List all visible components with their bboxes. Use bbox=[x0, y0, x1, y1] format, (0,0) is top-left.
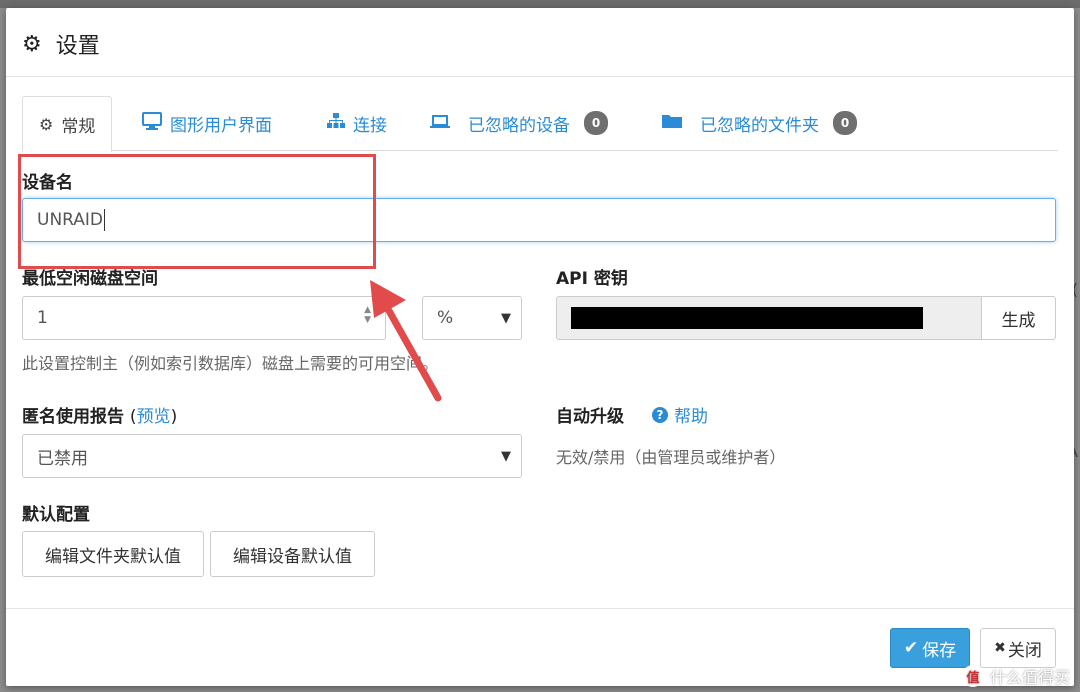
tab-connections[interactable]: 连接 bbox=[327, 96, 387, 150]
default-config-label: 默认配置 bbox=[22, 505, 90, 525]
footer-divider bbox=[6, 608, 1074, 609]
monitor-icon bbox=[142, 112, 162, 134]
usage-report-value: 已禁用 bbox=[37, 448, 88, 469]
tab-label: 已忽略的文件夹 bbox=[700, 115, 819, 136]
settings-dialog: ⚙ 设置 ⚙ 常规 图形用户界面 连接 已忽略的设备 0 已忽略的文件夹 0 设… bbox=[6, 8, 1074, 686]
auto-upgrade-label: 自动升级 bbox=[556, 407, 624, 427]
min-disk-value: 1 bbox=[37, 308, 48, 328]
help-text: 帮助 bbox=[674, 407, 708, 427]
tab-ignored-folders[interactable]: 已忽略的文件夹 0 bbox=[662, 96, 857, 150]
min-disk-input[interactable]: 1 ▲ ▼ bbox=[22, 296, 386, 340]
tab-gui[interactable]: 图形用户界面 bbox=[142, 96, 272, 150]
auto-upgrade-value: 无效/禁用（由管理员或维护者） bbox=[556, 448, 786, 467]
tab-general[interactable]: ⚙ 常规 bbox=[22, 96, 113, 152]
watermark-logo: 值 bbox=[961, 665, 984, 687]
annotation-arrow-icon bbox=[370, 280, 442, 402]
settings-tabs: ⚙ 常规 图形用户界面 连接 已忽略的设备 0 已忽略的文件夹 0 bbox=[22, 96, 1058, 152]
count-badge: 0 bbox=[833, 111, 857, 135]
question-circle-icon: ? bbox=[652, 406, 668, 423]
generate-api-key-button[interactable]: 生成 bbox=[981, 296, 1056, 340]
watermark-text: 什么值得买 bbox=[989, 668, 1070, 687]
usage-report-select[interactable]: 已禁用 ▼ bbox=[22, 434, 522, 478]
edit-device-defaults-button[interactable]: 编辑设备默认值 bbox=[210, 531, 375, 577]
chevron-down-icon: ▼ bbox=[501, 310, 511, 326]
tab-label: 图形用户界面 bbox=[170, 115, 272, 136]
api-key-label: API 密钥 bbox=[556, 269, 628, 289]
background-page-strip bbox=[0, 0, 1080, 8]
auto-upgrade-help-link[interactable]: ? 帮助 bbox=[652, 402, 708, 427]
usage-preview-link[interactable]: 预览 bbox=[137, 407, 171, 427]
close-button[interactable]: ✖ 关闭 bbox=[980, 628, 1056, 668]
api-key-redacted bbox=[571, 307, 923, 329]
watermark: 值 什么值得买 bbox=[961, 664, 1070, 688]
usage-report-label: 匿名使用报告 (预览) bbox=[22, 407, 178, 427]
check-icon: ✔ bbox=[903, 638, 919, 658]
folder-icon bbox=[662, 113, 682, 133]
annotation-highlight-box bbox=[18, 154, 376, 269]
usage-report-label-text: 匿名使用报告 bbox=[22, 407, 124, 427]
gear-icon: ⚙ bbox=[39, 114, 54, 134]
edit-folder-defaults-button[interactable]: 编辑文件夹默认值 bbox=[22, 531, 204, 577]
close-label: 关闭 bbox=[1007, 640, 1042, 661]
save-button[interactable]: ✔ 保存 bbox=[890, 628, 970, 668]
api-key-field[interactable] bbox=[556, 296, 982, 340]
tab-label: 连接 bbox=[353, 115, 387, 136]
chevron-down-icon: ▼ bbox=[501, 448, 511, 464]
gear-icon: ⚙ bbox=[22, 31, 42, 57]
laptop-icon bbox=[430, 114, 450, 133]
dialog-title-text: 设置 bbox=[55, 34, 100, 59]
tab-label: 常规 bbox=[61, 116, 96, 137]
sitemap-icon bbox=[327, 113, 345, 133]
close-icon: ✖ bbox=[994, 640, 1006, 656]
save-label: 保存 bbox=[922, 640, 957, 661]
dialog-header: ⚙ 设置 bbox=[6, 8, 1074, 77]
dialog-title: ⚙ 设置 bbox=[22, 28, 100, 60]
tab-ignored-devices[interactable]: 已忽略的设备 0 bbox=[430, 96, 608, 150]
tab-label: 已忽略的设备 bbox=[468, 115, 570, 136]
count-badge: 0 bbox=[584, 111, 608, 135]
